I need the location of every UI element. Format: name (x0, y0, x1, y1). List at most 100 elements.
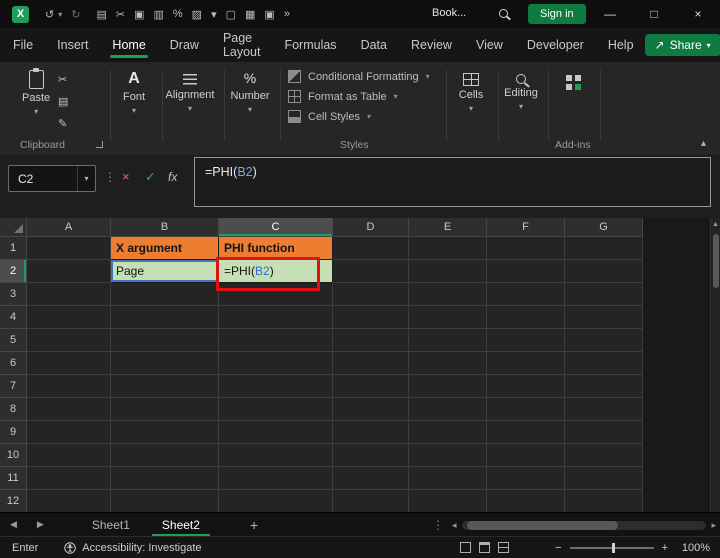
cell[interactable] (219, 352, 333, 375)
cell[interactable] (219, 283, 333, 306)
scroll-left-icon[interactable]: ◂ (452, 520, 457, 531)
cell[interactable] (565, 283, 643, 306)
cell[interactable] (333, 375, 409, 398)
row-header-3[interactable]: 3 (0, 283, 27, 306)
cell[interactable] (219, 421, 333, 444)
document-icon[interactable]: ▢ (226, 8, 236, 21)
cell[interactable] (27, 329, 111, 352)
row-header-6[interactable]: 6 (0, 352, 27, 375)
column-header-c[interactable]: C (219, 218, 333, 237)
cell-f1[interactable] (487, 237, 565, 260)
row-header-10[interactable]: 10 (0, 444, 27, 467)
cell-c2-active[interactable]: =PHI(B2) (219, 260, 333, 283)
close-button[interactable]: × (676, 0, 720, 28)
maximize-button[interactable]: □ (632, 0, 676, 28)
cell[interactable] (333, 490, 409, 513)
horizontal-scrollbar-track[interactable] (461, 520, 707, 530)
sheet-nav-right-icon[interactable]: ▶ (27, 519, 54, 530)
format-painter-button[interactable]: ✎ (58, 117, 68, 130)
column-header-d[interactable]: D (333, 218, 409, 237)
sign-in-button[interactable]: Sign in (528, 4, 586, 24)
cell[interactable] (565, 467, 643, 490)
image-icon[interactable]: ▣ (134, 8, 144, 21)
vertical-scrollbar[interactable]: ▲ (710, 218, 720, 512)
cell[interactable] (27, 283, 111, 306)
sheet-nav-left-icon[interactable]: ◀ (0, 519, 27, 530)
cell[interactable] (565, 329, 643, 352)
share-button[interactable]: ↗ Share ▾ (644, 34, 720, 56)
normal-view-icon[interactable] (460, 542, 472, 553)
tab-page-layout[interactable]: Page Layout (212, 28, 272, 62)
row-header-5[interactable]: 5 (0, 329, 27, 352)
page-layout-view-icon[interactable] (479, 542, 491, 553)
cell-d1[interactable] (333, 237, 409, 260)
cell[interactable] (409, 375, 487, 398)
chevron-down-icon[interactable]: ▾ (211, 8, 217, 21)
cancel-entry-icon[interactable]: × (122, 169, 130, 184)
cell[interactable] (111, 467, 219, 490)
cell[interactable] (27, 306, 111, 329)
cell[interactable] (565, 398, 643, 421)
formula-bar-grip-icon[interactable]: ⋮ (104, 170, 116, 184)
cell-b2[interactable]: Page (111, 260, 219, 283)
cell[interactable] (111, 421, 219, 444)
number-button[interactable]: % Number ▾ (228, 70, 272, 114)
undo-dropdown-icon[interactable]: ▾ (58, 10, 62, 19)
cell[interactable] (333, 306, 409, 329)
cell[interactable] (111, 444, 219, 467)
row-header-7[interactable]: 7 (0, 375, 27, 398)
cell[interactable] (219, 467, 333, 490)
row-header-9[interactable]: 9 (0, 421, 27, 444)
cell[interactable] (27, 467, 111, 490)
cell[interactable] (111, 375, 219, 398)
cell[interactable] (219, 490, 333, 513)
cell[interactable] (333, 398, 409, 421)
cell[interactable] (409, 467, 487, 490)
tab-options-icon[interactable]: ⋮ (432, 518, 444, 532)
confirm-entry-icon[interactable]: ✓ (145, 169, 156, 185)
cell[interactable] (27, 421, 111, 444)
cell-b1[interactable]: X argument (111, 237, 219, 260)
cell[interactable] (487, 421, 565, 444)
alignment-button[interactable]: Alignment ▾ (164, 70, 216, 113)
cell[interactable] (333, 329, 409, 352)
tab-developer[interactable]: Developer (516, 28, 595, 62)
cut-icon[interactable]: ✂ (116, 8, 125, 21)
cell-e2[interactable] (409, 260, 487, 283)
row-header-1[interactable]: 1 (0, 237, 27, 260)
redo-button[interactable]: ↻ (71, 8, 80, 21)
fill-color-icon[interactable]: ▨ (192, 8, 202, 21)
cell[interactable] (487, 283, 565, 306)
sheet-tab-sheet2[interactable]: Sheet2 (146, 513, 216, 537)
accessibility-status[interactable]: Accessibility: Investigate (64, 542, 202, 554)
cell[interactable] (333, 467, 409, 490)
cell[interactable] (565, 490, 643, 513)
paste-button[interactable]: Paste ▾ (22, 68, 50, 116)
row-header-2[interactable]: 2 (0, 260, 27, 283)
tab-home[interactable]: Home (101, 28, 156, 62)
cell[interactable] (487, 375, 565, 398)
cell[interactable] (487, 444, 565, 467)
table-icon[interactable]: ▦ (245, 8, 255, 21)
clipboard-icon[interactable]: ▤ (96, 8, 106, 21)
cell[interactable] (565, 421, 643, 444)
cell-c1[interactable]: PHI function (219, 237, 333, 260)
cell[interactable] (111, 306, 219, 329)
cell[interactable] (409, 352, 487, 375)
insert-function-button[interactable]: fx (168, 170, 177, 184)
add-ins-button[interactable] (552, 72, 594, 90)
undo-button[interactable]: ↺ (45, 8, 54, 21)
horizontal-scrollbar-thumb[interactable] (466, 520, 619, 530)
editing-button[interactable]: Editing ▾ (500, 70, 542, 111)
new-sheet-button[interactable]: + (250, 517, 258, 533)
tab-help[interactable]: Help (597, 28, 645, 62)
more-commands-icon[interactable]: » (284, 8, 290, 20)
format-as-table-button[interactable]: Format as Table ▾ (288, 90, 440, 103)
cell[interactable] (219, 375, 333, 398)
zoom-in-button[interactable]: + (662, 542, 668, 554)
cell[interactable] (111, 490, 219, 513)
column-header-g[interactable]: G (565, 218, 643, 237)
zoom-slider[interactable] (569, 542, 654, 553)
column-header-f[interactable]: F (487, 218, 565, 237)
cell[interactable] (409, 490, 487, 513)
